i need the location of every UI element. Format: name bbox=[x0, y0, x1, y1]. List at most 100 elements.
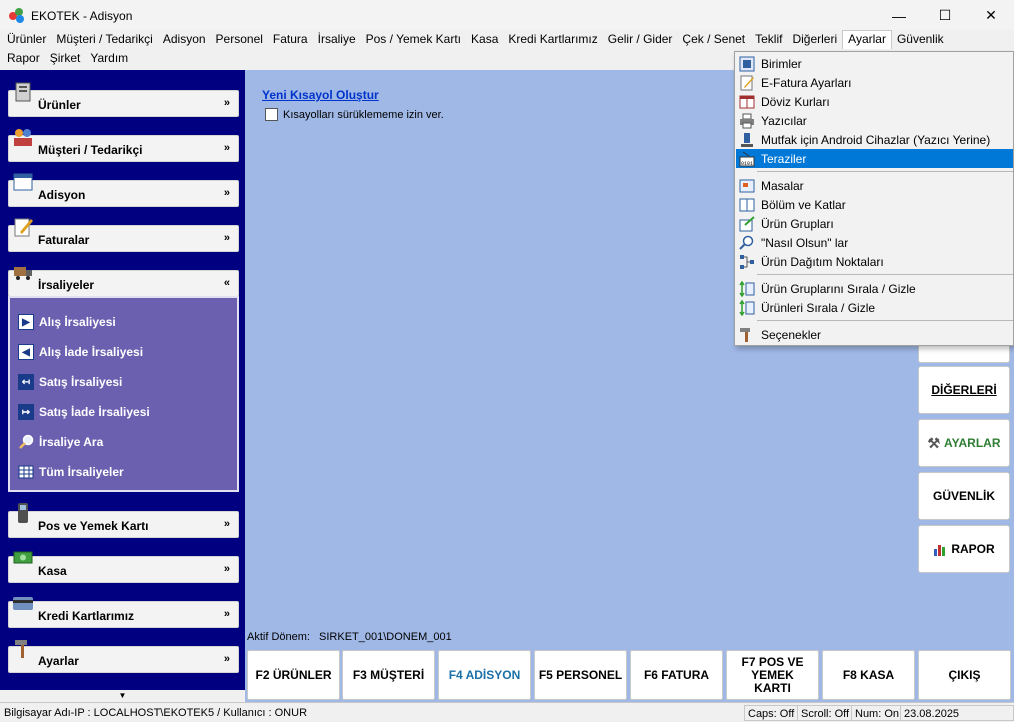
chevron-down-icon: » bbox=[223, 187, 230, 199]
sidebar-item-irsaliye-ara[interactable]: İrsaliye Ara bbox=[18, 433, 103, 451]
arrow-right-icon: ▶ bbox=[18, 314, 34, 330]
adisyon-icon bbox=[13, 173, 33, 191]
menu-personel[interactable]: Personel bbox=[211, 30, 268, 49]
menu-item-nasil-olsun[interactable]: "Nasıl Olsun" lar bbox=[736, 233, 1013, 252]
sidebar-item-label: İrsaliye Ara bbox=[39, 435, 104, 449]
menu-item-teraziler[interactable]: 0101 Teraziler bbox=[736, 149, 1013, 168]
f3-musteri-button[interactable]: F3 MÜŞTERİ bbox=[342, 650, 435, 700]
menu-item-dagitim-noktalari[interactable]: Ürün Dağıtım Noktaları bbox=[736, 252, 1013, 271]
credit-card-icon bbox=[13, 597, 33, 610]
sidebar-item-satis-iade-irsaliyesi[interactable]: ↦ Satış İade İrsaliyesi bbox=[18, 403, 150, 421]
sidebar-item-label: Tüm İrsaliyeler bbox=[39, 465, 124, 479]
menu-diğerleri[interactable]: Diğerleri bbox=[787, 30, 842, 49]
sidebar-group-musteri[interactable]: Müşteri / Tedarikçi » bbox=[8, 129, 239, 162]
menu-adisyon[interactable]: Adisyon bbox=[158, 30, 211, 49]
guvenlik-button[interactable]: GÜVENLİK bbox=[918, 472, 1010, 520]
menu-fatura[interactable]: Fatura bbox=[268, 30, 313, 49]
menu-item-efatura[interactable]: E-Fatura Ayarları bbox=[736, 73, 1013, 92]
maximize-button[interactable]: ☐ bbox=[922, 0, 968, 31]
menu-item-label: Teraziler bbox=[761, 151, 807, 166]
sidebar-group-label: Kredi Kartlarımız bbox=[38, 609, 135, 623]
menu-rapor[interactable]: Rapor bbox=[2, 49, 45, 68]
menu-item-masalar[interactable]: Masalar bbox=[736, 176, 1013, 195]
menu-item-mutfak-android[interactable]: Mutfak için Android Cihazlar (Yazıcı Yer… bbox=[736, 130, 1013, 149]
sidebar-item-alis-iade-irsaliyesi[interactable]: ◀ Alış İade İrsaliyesi bbox=[18, 343, 143, 361]
ayarlar-button[interactable]: ⚒ AYARLAR bbox=[918, 419, 1010, 467]
status-date: 23.08.2025 Cumartesi bbox=[900, 705, 1014, 721]
ayarlar-label: AYARLAR bbox=[944, 436, 1001, 450]
sidebar-group-kasa[interactable]: Kasa » bbox=[8, 551, 239, 583]
sidebar-group-urunler[interactable]: Ürünler » bbox=[8, 82, 239, 117]
menu-separator bbox=[757, 320, 1013, 321]
menu-güvenlik[interactable]: Güvenlik bbox=[892, 30, 949, 49]
menu-item-urun-sirala[interactable]: Ürünleri Sırala / Gizle bbox=[736, 298, 1013, 317]
status-num: Num: On bbox=[851, 705, 904, 721]
menu-yardım[interactable]: Yardım bbox=[85, 49, 133, 68]
f7-pos-button[interactable]: F7 POS VE YEMEK KARTI bbox=[726, 650, 819, 700]
menu-item-bolum-katlar[interactable]: Bölüm ve Katlar bbox=[736, 195, 1013, 214]
distribution-icon bbox=[740, 254, 754, 269]
sidebar-group-pos[interactable]: Pos ve Yemek Kartı » bbox=[8, 503, 239, 538]
f2-urunler-button[interactable]: F2 ÜRÜNLER bbox=[247, 650, 340, 700]
menu-müşteri-tedarikçi[interactable]: Müşteri / Tedarikçi bbox=[51, 30, 157, 49]
sidebar-item-label: Alış İrsaliyesi bbox=[39, 315, 116, 329]
menu-kasa[interactable]: Kasa bbox=[466, 30, 503, 49]
f4-adisyon-button[interactable]: F4 ADİSYON bbox=[438, 650, 531, 700]
menu-i-rsaliye[interactable]: İrsaliye bbox=[313, 30, 361, 49]
menu-item-grup-sirala[interactable]: Ürün Gruplarını Sırala / Gizle bbox=[736, 279, 1013, 298]
sidebar-group-kredi[interactable]: Kredi Kartlarımız » bbox=[8, 597, 239, 628]
menu-ayarlar[interactable]: Ayarlar bbox=[842, 30, 892, 49]
exit-button[interactable]: ÇIKIŞ bbox=[918, 650, 1011, 700]
menu-kredi-kartlarımız[interactable]: Kredi Kartlarımız bbox=[503, 30, 602, 49]
sidebar-group-faturalar[interactable]: Faturalar » bbox=[8, 218, 239, 252]
sidebar: Ürünler » Müşteri / Tedarikçi » Adisyon … bbox=[0, 70, 245, 702]
sidebar-item-alis-irsaliyesi[interactable]: ▶ Alış İrsaliyesi bbox=[18, 313, 116, 331]
menu-item-doviz[interactable]: Döviz Kurları bbox=[736, 92, 1013, 111]
sidebar-group-label: Ayarlar bbox=[38, 654, 79, 668]
products-icon bbox=[15, 82, 31, 102]
customers-icon bbox=[14, 129, 32, 146]
sidebar-item-label: Satış İrsaliyesi bbox=[39, 375, 123, 389]
guvenlik-label: GÜVENLİK bbox=[932, 489, 995, 503]
f6-fatura-button[interactable]: F6 FATURA bbox=[630, 650, 723, 700]
chevron-down-icon: » bbox=[223, 518, 230, 530]
hammer-icon bbox=[740, 327, 750, 342]
checkbox-label: Kısayolları sürüklememe izin ver. bbox=[283, 108, 444, 121]
sidebar-group-adisyon[interactable]: Adisyon » bbox=[8, 173, 239, 207]
rapor-button[interactable]: RAPOR bbox=[918, 525, 1010, 573]
drag-shortcuts-checkbox[interactable]: Kısayolları sürüklememe izin ver. bbox=[265, 108, 444, 121]
checkbox-box[interactable] bbox=[265, 108, 278, 121]
app-logo-icon bbox=[9, 7, 25, 24]
close-button[interactable]: ✕ bbox=[968, 0, 1014, 31]
menu-item-birimler[interactable]: Birimler bbox=[736, 54, 1013, 73]
sidebar-group-label: İrsaliyeler bbox=[38, 278, 95, 292]
status-caps: Caps: Off bbox=[744, 705, 799, 721]
rapor-label: RAPOR bbox=[951, 542, 995, 556]
table-icon bbox=[739, 179, 755, 192]
invoice-icon bbox=[14, 218, 33, 237]
window-title: EKOTEK - Adisyon bbox=[31, 8, 133, 23]
sidebar-group-irsaliyeler[interactable]: İrsaliyeler « bbox=[8, 267, 239, 297]
digerleri-button[interactable]: DİĞERLERİ bbox=[918, 366, 1010, 414]
sidebar-scroll-down-button[interactable]: ▼ bbox=[0, 690, 245, 702]
menu-pos-yemek-kartı[interactable]: Pos / Yemek Kartı bbox=[361, 30, 466, 49]
menu-şirket[interactable]: Şirket bbox=[45, 49, 86, 68]
menu-gelir-gider[interactable]: Gelir / Gider bbox=[603, 30, 678, 49]
sidebar-item-satis-irsaliyesi[interactable]: ↤ Satış İrsaliyesi bbox=[18, 373, 122, 391]
menu-item-yazicilar[interactable]: Yazıcılar bbox=[736, 111, 1013, 130]
menu-teklif[interactable]: Teklif bbox=[750, 30, 787, 49]
chevron-down-icon: » bbox=[223, 653, 230, 665]
chevron-down-icon: » bbox=[223, 608, 230, 620]
f5-personel-button[interactable]: F5 PERSONEL bbox=[534, 650, 627, 700]
new-shortcut-link[interactable]: Yeni Kısayol Oluştur bbox=[262, 88, 379, 102]
sidebar-group-ayarlar[interactable]: Ayarlar » bbox=[8, 640, 239, 673]
minimize-button[interactable]: — bbox=[876, 0, 922, 31]
sidebar-item-tum-irsaliyeler[interactable]: Tüm İrsaliyeler bbox=[18, 463, 124, 481]
f8-kasa-button[interactable]: F8 KASA bbox=[822, 650, 915, 700]
menu-ürünler[interactable]: Ürünler bbox=[2, 30, 51, 49]
menu-çek-senet[interactable]: Çek / Senet bbox=[677, 30, 750, 49]
menu-item-secenekler[interactable]: Seçenekler bbox=[736, 325, 1013, 344]
status-scroll: Scroll: Off bbox=[797, 705, 854, 721]
menu-item-urun-gruplari[interactable]: Ürün Grupları bbox=[736, 214, 1013, 233]
menu-item-label: Birimler bbox=[761, 56, 802, 71]
